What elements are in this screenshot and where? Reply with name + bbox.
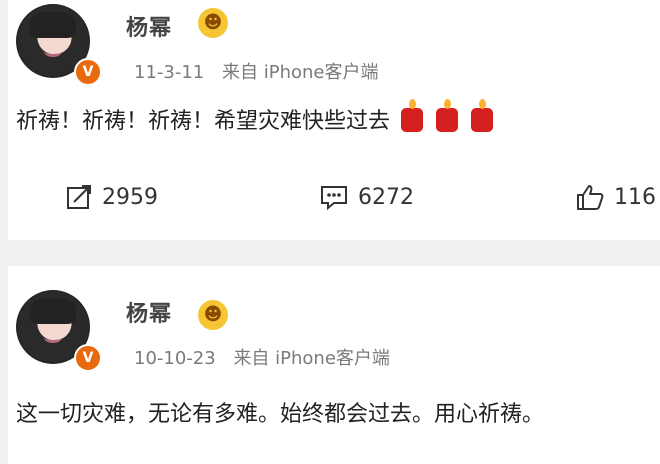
- comment-icon: [321, 186, 347, 211]
- comment-count: 6272: [358, 184, 414, 210]
- comment-button[interactable]: 6272: [318, 182, 414, 212]
- post-date: 11-3-11: [134, 62, 205, 83]
- post-actions: 2959 6272 116: [8, 182, 660, 222]
- verified-badge-icon: V: [74, 58, 102, 86]
- post-date: 10-10-23: [134, 348, 216, 369]
- candle-emoji-icon: [471, 99, 494, 132]
- weibo-post: V 杨幂 ☻ 10-10-23 来自 iPhone客户端 这一切灾难，无论有多难…: [8, 266, 660, 464]
- candle-emoji-icon: [436, 99, 459, 132]
- post-meta: 11-3-11 来自 iPhone客户端: [134, 58, 378, 84]
- post-text-content: 祈祷！祈祷！祈祷！希望灾难快些过去: [16, 109, 391, 134]
- avatar[interactable]: V: [16, 4, 102, 86]
- candle-emoji-icon: [401, 99, 424, 132]
- repost-icon: [67, 185, 91, 209]
- username[interactable]: 杨幂: [126, 296, 172, 328]
- candles-group: [401, 99, 499, 141]
- repost-count: 2959: [102, 184, 158, 210]
- thumbs-up-icon: [577, 185, 604, 210]
- weibo-post: V 杨幂 ☻ 11-3-11 来自 iPhone客户端 祈祷！祈祷！祈祷！希望灾…: [8, 0, 660, 240]
- username[interactable]: 杨幂: [126, 10, 172, 42]
- verified-badge-icon: V: [74, 344, 102, 372]
- repost-button[interactable]: 2959: [64, 182, 158, 212]
- post-text: 这一切灾难，无论有多难。始终都会过去。用心祈祷。: [16, 402, 545, 427]
- post-source: 来自 iPhone客户端: [233, 348, 390, 369]
- vip-emoji-icon: ☻: [198, 8, 228, 38]
- post-meta: 10-10-23 来自 iPhone客户端: [134, 344, 390, 370]
- vip-emoji-icon: ☻: [198, 300, 228, 330]
- avatar[interactable]: V: [16, 290, 102, 372]
- like-count: 116: [614, 184, 656, 210]
- like-button[interactable]: 116: [574, 182, 656, 212]
- post-text: 祈祷！祈祷！祈祷！希望灾难快些过去: [16, 99, 499, 141]
- post-source: 来自 iPhone客户端: [222, 62, 379, 83]
